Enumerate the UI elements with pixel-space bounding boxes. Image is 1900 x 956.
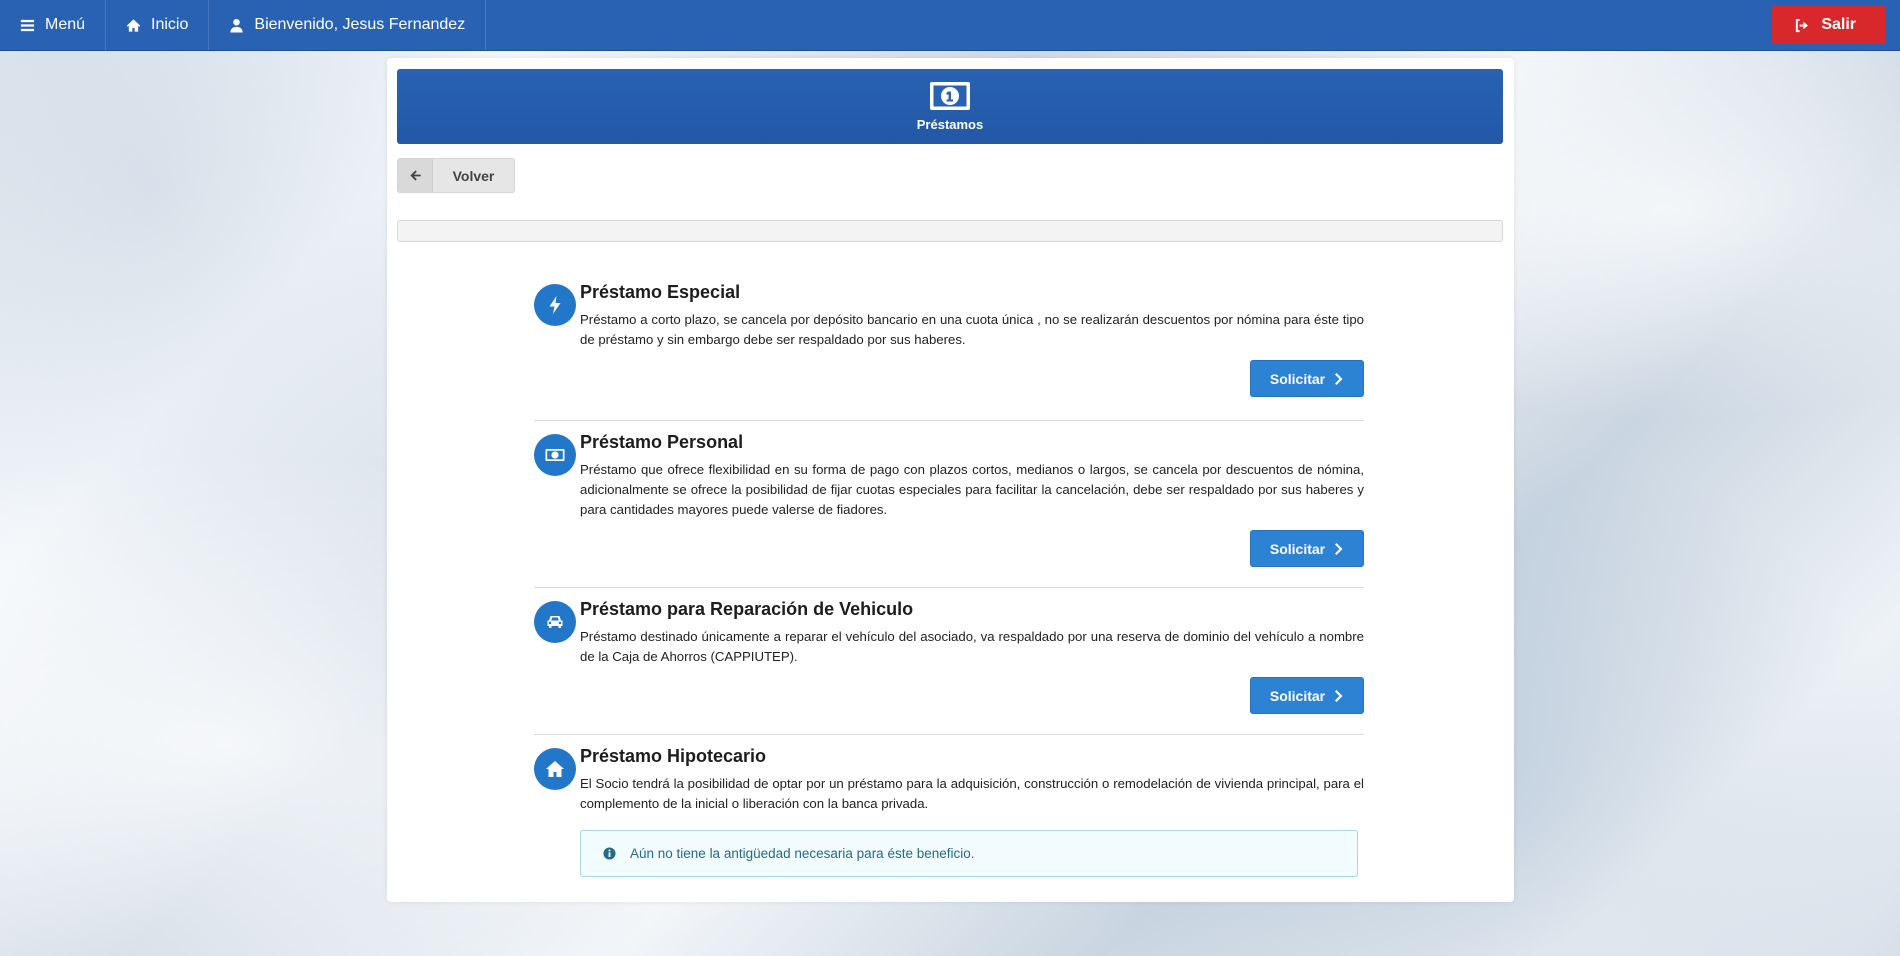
logout-button[interactable]: Salir bbox=[1772, 6, 1886, 44]
loan-item: Préstamo Especial Préstamo a corto plazo… bbox=[534, 271, 1364, 421]
user-welcome[interactable]: Bienvenido, Jesus Fernandez bbox=[209, 0, 487, 50]
loan-list: Préstamo Especial Préstamo a corto plazo… bbox=[534, 271, 1364, 877]
home-icon bbox=[126, 18, 141, 32]
money-bill-icon bbox=[930, 82, 970, 110]
loan-icon-circle bbox=[534, 601, 576, 643]
money-bill-icon bbox=[545, 449, 565, 461]
loan-item: Préstamo Hipotecario El Socio tendrá la … bbox=[534, 735, 1364, 877]
home-label: Inicio bbox=[151, 16, 189, 33]
page-title: Préstamos bbox=[916, 117, 984, 132]
arrow-left-icon bbox=[409, 170, 421, 181]
info-circle-icon bbox=[603, 847, 616, 860]
sign-out-icon bbox=[1796, 18, 1809, 32]
chevron-right-icon bbox=[1335, 372, 1343, 385]
page-header: Préstamos bbox=[397, 69, 1503, 144]
loan-title: Préstamo Hipotecario bbox=[580, 746, 767, 766]
user-icon bbox=[230, 18, 243, 33]
loan-description: Préstamo destinado únicamente a reparar … bbox=[580, 629, 1364, 664]
loan-title: Préstamo Especial bbox=[580, 282, 741, 302]
back-button[interactable]: Volver bbox=[397, 158, 515, 193]
loan-icon-circle bbox=[534, 434, 576, 476]
loan-action: Solicitar bbox=[580, 677, 1364, 714]
progress-bar bbox=[397, 220, 1503, 242]
solicitar-label: Solicitar bbox=[1269, 540, 1326, 557]
back-label: Volver bbox=[452, 167, 495, 184]
bolt-icon bbox=[549, 296, 561, 314]
loan-action: Solicitar bbox=[580, 530, 1364, 567]
home-link[interactable]: Inicio bbox=[106, 0, 210, 50]
info-alert: Aún no tiene la antigüedad necesaria par… bbox=[580, 830, 1358, 877]
info-alert-text: Aún no tiene la antigüedad necesaria par… bbox=[630, 846, 975, 861]
loan-description: El Socio tendrá la posibilidad de optar … bbox=[580, 776, 1364, 811]
car-icon bbox=[547, 616, 563, 628]
loan-description: Préstamo que ofrece flexibilidad en su f… bbox=[580, 462, 1364, 517]
solicitar-label: Solicitar bbox=[1269, 370, 1326, 387]
solicitar-label: Solicitar bbox=[1269, 687, 1326, 704]
welcome-label: Bienvenido, Jesus Fernandez bbox=[254, 16, 466, 33]
solicitar-button[interactable]: Solicitar bbox=[1250, 360, 1364, 397]
loan-title: Préstamo para Reparación de Vehiculo bbox=[580, 599, 914, 619]
solicitar-button[interactable]: Solicitar bbox=[1250, 677, 1364, 714]
menu-label: Menú bbox=[45, 16, 86, 33]
back-icon-wrap bbox=[398, 159, 433, 192]
loan-item: Préstamo Personal Préstamo que ofrece fl… bbox=[534, 421, 1364, 588]
home-icon bbox=[546, 761, 564, 777]
loan-icon-circle bbox=[534, 748, 576, 790]
solicitar-button[interactable]: Solicitar bbox=[1250, 530, 1364, 567]
logout-label: Salir bbox=[1821, 16, 1856, 33]
main-panel: Préstamos Volver Préstamo Especial Prést… bbox=[387, 58, 1514, 902]
hamburger-icon bbox=[20, 19, 35, 31]
chevron-right-icon bbox=[1335, 689, 1343, 702]
loan-icon-circle bbox=[534, 284, 576, 326]
loan-item: Préstamo para Reparación de Vehiculo Pré… bbox=[534, 588, 1364, 735]
chevron-right-icon bbox=[1335, 542, 1343, 555]
loan-action: Solicitar bbox=[580, 360, 1364, 397]
loan-description: Préstamo a corto plazo, se cancela por d… bbox=[580, 312, 1364, 347]
top-navbar: Menú Inicio Bienvenido, Jesus Fernandez … bbox=[0, 0, 1900, 51]
menu-button[interactable]: Menú bbox=[0, 0, 107, 50]
loan-title: Préstamo Personal bbox=[580, 432, 744, 452]
